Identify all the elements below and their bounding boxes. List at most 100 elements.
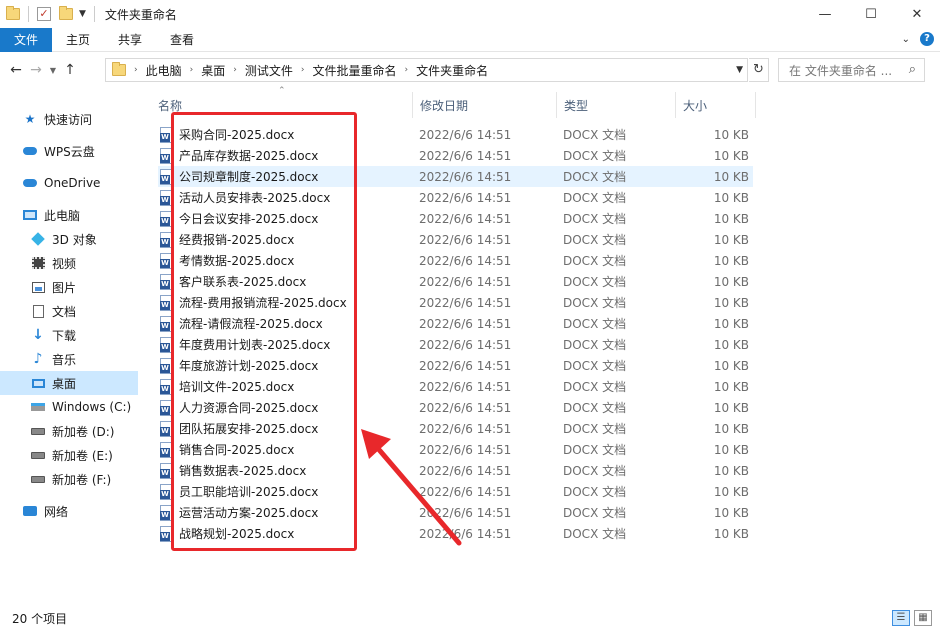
- chevron-right-icon[interactable]: ›: [233, 65, 237, 75]
- properties-icon[interactable]: ✓: [37, 7, 51, 21]
- drive-icon: [30, 472, 46, 486]
- sidebar-item-label: 音乐: [52, 352, 77, 367]
- file-size: 10 KB: [713, 526, 749, 541]
- sidebar-item-label: 3D 对象: [52, 232, 97, 247]
- file-type: DOCX 文档: [563, 380, 627, 394]
- tab-view[interactable]: 查看: [156, 28, 208, 52]
- sidebar-item-onedrive[interactable]: OneDrive: [0, 171, 138, 195]
- sidebar-item-this-pc[interactable]: 此电脑: [0, 203, 138, 227]
- sidebar-item-drive-f[interactable]: 新加卷 (F:): [0, 467, 138, 491]
- file-size: 10 KB: [713, 379, 749, 394]
- drive-icon: [30, 448, 46, 462]
- column-divider[interactable]: [755, 92, 756, 118]
- sidebar-item-drive-d[interactable]: 新加卷 (D:): [0, 419, 138, 443]
- breadcrumb-batch-rename[interactable]: 文件批量重命名: [312, 62, 396, 79]
- minimize-button[interactable]: —: [802, 0, 848, 28]
- file-type: DOCX 文档: [563, 275, 627, 289]
- tab-share[interactable]: 共享: [104, 28, 156, 52]
- expand-ribbon-icon[interactable]: ⌄: [902, 34, 910, 45]
- tab-home[interactable]: 主页: [52, 28, 104, 52]
- file-date: 2022/6/6 14:51: [419, 232, 512, 247]
- sidebar-item-pictures[interactable]: 图片: [0, 275, 138, 299]
- folder-icon: [6, 6, 20, 20]
- chevron-right-icon[interactable]: ›: [301, 65, 305, 75]
- file-type: DOCX 文档: [563, 170, 627, 184]
- sidebar-item-label: 此电脑: [44, 208, 81, 223]
- sidebar-item-wps-cloud[interactable]: WPS云盘: [0, 139, 138, 163]
- search-icon[interactable]: ⌕: [909, 62, 916, 77]
- drive-icon: [30, 424, 46, 438]
- column-date[interactable]: 修改日期: [412, 92, 556, 118]
- file-type: DOCX 文档: [563, 527, 627, 541]
- file-type: DOCX 文档: [563, 443, 627, 457]
- sidebar-item-label: 文档: [52, 304, 77, 319]
- file-type: DOCX 文档: [563, 338, 627, 352]
- file-date: 2022/6/6 14:51: [419, 400, 512, 415]
- file-date: 2022/6/6 14:51: [419, 190, 512, 205]
- chevron-right-icon[interactable]: ›: [190, 65, 194, 75]
- maximize-button[interactable]: ☐: [848, 0, 894, 28]
- file-type: DOCX 文档: [563, 422, 627, 436]
- breadcrumb-test-files[interactable]: 测试文件: [245, 62, 293, 79]
- file-type: DOCX 文档: [563, 317, 627, 331]
- sidebar-item-label: 新加卷 (D:): [52, 424, 115, 439]
- column-size[interactable]: 大小: [675, 92, 755, 118]
- file-size: 10 KB: [713, 463, 749, 478]
- computer-icon: [22, 208, 38, 222]
- file-type: DOCX 文档: [563, 359, 627, 373]
- file-type: DOCX 文档: [563, 149, 627, 163]
- sidebar-item-label: Windows (C:): [52, 400, 132, 414]
- sidebar-item-drive-c[interactable]: Windows (C:): [0, 395, 138, 419]
- close-button[interactable]: ✕: [894, 0, 940, 28]
- sidebar-item-desktop[interactable]: 桌面: [0, 371, 138, 395]
- column-type[interactable]: 类型: [556, 92, 675, 118]
- address-dropdown-icon[interactable]: ▼: [736, 65, 743, 75]
- sidebar-item-video[interactable]: 视频: [0, 251, 138, 275]
- file-type: DOCX 文档: [563, 191, 627, 205]
- window-controls: — ☐ ✕: [802, 0, 940, 28]
- sidebar-item-network[interactable]: 网络: [0, 499, 138, 523]
- windows-drive-icon: [30, 400, 46, 414]
- forward-arrow-icon[interactable]: →: [26, 62, 46, 78]
- refresh-button[interactable]: ↻: [749, 58, 769, 82]
- large-icons-view-button[interactable]: ▦: [914, 610, 932, 626]
- breadcrumb-desktop[interactable]: 桌面: [201, 62, 225, 79]
- back-arrow-icon[interactable]: ←: [6, 62, 26, 78]
- 3d-objects-icon: [30, 232, 46, 246]
- file-date: 2022/6/6 14:51: [419, 169, 512, 184]
- address-bar[interactable]: › 此电脑 › 桌面 › 测试文件 › 文件批量重命名 › 文件夹重命名 ▼: [105, 58, 748, 82]
- chevron-right-icon[interactable]: ›: [405, 65, 409, 75]
- file-size: 10 KB: [713, 295, 749, 310]
- search-input[interactable]: 在 文件夹重命名 ... ⌕: [778, 58, 925, 82]
- file-date: 2022/6/6 14:51: [419, 295, 512, 310]
- tab-file[interactable]: 文件: [0, 27, 52, 52]
- sidebar-item-label: OneDrive: [44, 176, 101, 190]
- breadcrumb-this-pc[interactable]: 此电脑: [146, 62, 182, 79]
- sidebar-item-music[interactable]: ♪ 音乐: [0, 347, 138, 371]
- help-icon[interactable]: ?: [920, 32, 934, 46]
- ribbon-right: ⌄ ?: [902, 32, 934, 46]
- chevron-right-icon[interactable]: ›: [134, 65, 138, 75]
- sidebar-item-drive-e[interactable]: 新加卷 (E:): [0, 443, 138, 467]
- sidebar-item-label: WPS云盘: [44, 144, 95, 159]
- sidebar-item-3d-objects[interactable]: 3D 对象: [0, 227, 138, 251]
- navigation-bar: ← → ▼ ↑ › 此电脑 › 桌面 › 测试文件 › 文件批量重命名 › 文件…: [0, 52, 940, 88]
- file-date: 2022/6/6 14:51: [419, 316, 512, 331]
- file-size: 10 KB: [713, 127, 749, 142]
- sidebar-item-documents[interactable]: 文档: [0, 299, 138, 323]
- sidebar-item-downloads[interactable]: ↓ 下载: [0, 323, 138, 347]
- status-bar: 20 个项目 ☰ ▦: [0, 604, 940, 633]
- quick-access-dropdown-icon[interactable]: ▼: [79, 9, 86, 19]
- breadcrumb-folder-rename[interactable]: 文件夹重命名: [416, 62, 488, 79]
- new-folder-icon[interactable]: [59, 6, 73, 20]
- file-type: DOCX 文档: [563, 401, 627, 415]
- up-arrow-icon[interactable]: ↑: [60, 62, 80, 78]
- ribbon-tabs: 文件 主页 共享 查看 ⌄ ?: [0, 27, 940, 52]
- sidebar-item-quick-access[interactable]: ★ 快速访问: [0, 107, 138, 131]
- details-view-button[interactable]: ☰: [892, 610, 910, 626]
- file-date: 2022/6/6 14:51: [419, 253, 512, 268]
- recent-locations-dropdown-icon[interactable]: ▼: [46, 66, 60, 75]
- file-size: 10 KB: [713, 274, 749, 289]
- file-type: DOCX 文档: [563, 506, 627, 520]
- file-size: 10 KB: [713, 316, 749, 331]
